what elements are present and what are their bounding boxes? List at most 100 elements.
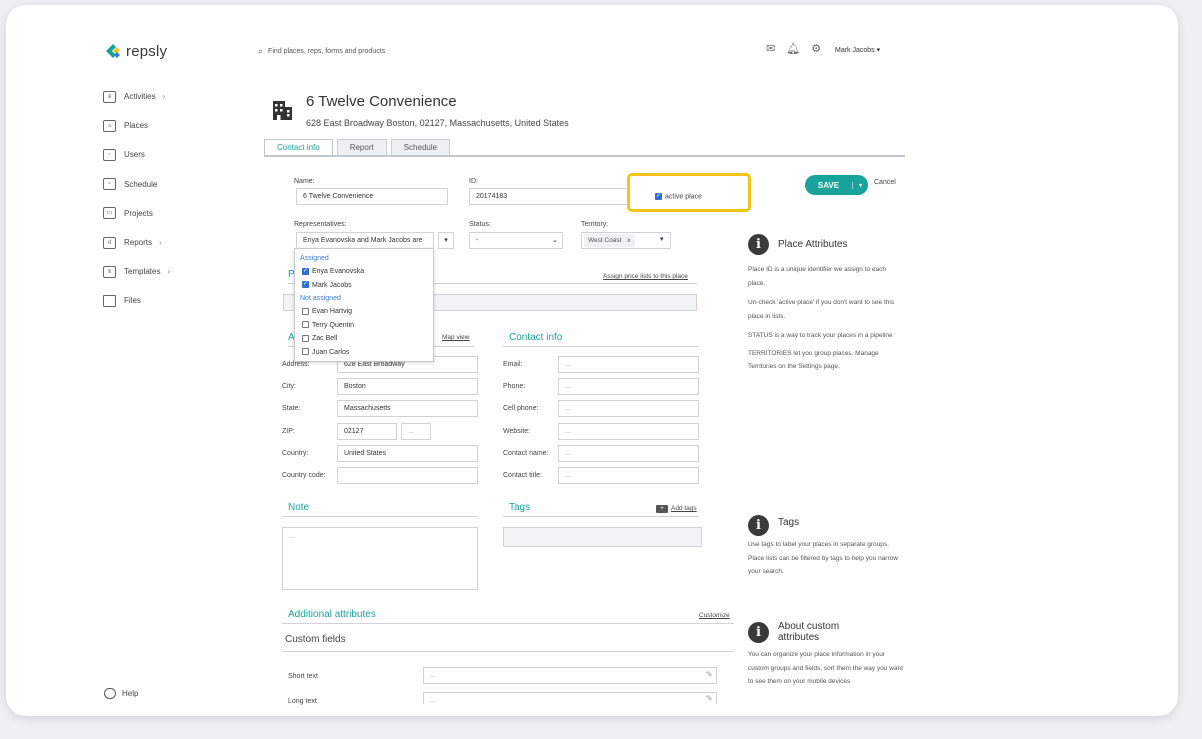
sidebar-item-label: Files [124,296,141,306]
plus-tag-icon: + [656,505,668,513]
user-icon: ◦ [103,148,116,161]
user-menu[interactable]: Mark Jacobs ▾ [835,46,880,54]
cell-phone-field[interactable]: ... [558,400,699,417]
save-button[interactable]: SAVE ▾ [805,175,868,195]
brand-name: repsly [126,42,168,60]
info-icon: i [748,234,769,255]
long-text-field[interactable]: ... [423,692,717,704]
help-link[interactable]: Help [104,688,138,699]
sidebar-item-label: Places [124,121,149,131]
tags-field[interactable] [503,527,702,547]
rep-option-evan[interactable]: Evan Hartvig [300,305,428,319]
status-select[interactable]: - [469,232,563,249]
sidebar: ≡ Activities › ⌂ Places ◦ Users ▫ Schedule ▭ P… [103,82,170,316]
chat-bubble-icon [104,688,116,699]
representatives-label: Representatives: [294,221,347,228]
pencil-icon[interactable]: ✎ [706,694,713,703]
checkbox-empty-icon [302,348,309,356]
caret-down-icon[interactable]: ▾ [852,181,868,189]
section-divider [282,516,478,517]
global-search[interactable]: ⌕ Find places, reps, forms and products [258,46,385,57]
state-field[interactable]: Massachusetts [337,400,478,417]
short-text-field[interactable]: ... [423,667,717,684]
rep-option-label: Evan Hartvig [312,308,353,315]
email-field[interactable]: ... [558,356,699,373]
sidebar-item-reports[interactable]: ıl Reports › [103,228,170,257]
sidebar-item-label: Schedule [124,179,158,189]
rep-option-enya[interactable]: Enya Evanovska [300,265,428,279]
info-text: Place ID is a unique identifier we assig… [748,266,887,287]
custom-attributes-info: i About custom attributes You can organiz… [748,621,904,689]
sidebar-item-templates[interactable]: ≡ Templates › [103,257,170,286]
briefcase-icon: ▭ [103,207,116,220]
search-placeholder: Find places, reps, forms and products [268,48,386,55]
note-textarea[interactable]: ... [282,527,478,590]
cancel-button[interactable]: Cancel [874,179,896,186]
sidebar-item-projects[interactable]: ▭ Projects [103,199,170,228]
info-title: Place Attributes [778,239,848,250]
repsly-logo-icon [104,42,122,60]
sidebar-item-label: Users [124,150,145,160]
repsly-logo[interactable]: repsly [104,42,167,60]
rep-option-label: Mark Jacobs [312,281,352,289]
representatives-dropdown-toggle[interactable]: ▾ [438,232,454,249]
country-field[interactable]: United States [337,445,478,462]
bell-icon[interactable]: 🔔︎ [786,42,800,55]
info-text: Use tags to label your places in separat… [748,541,898,575]
representatives-field[interactable]: Enya Evanovska and Mark Jacobs are [296,232,434,249]
territory-chip: West Coast x [584,234,635,247]
remove-chip-icon[interactable]: x [627,237,630,244]
zip-label: ZIP: [282,428,295,435]
customize-link[interactable]: Customize [699,612,730,619]
rep-option-mark[interactable]: Mark Jacobs [300,279,428,293]
rep-option-juan[interactable]: Juan Carlos [300,346,428,360]
tags-section-title: Tags [509,502,531,513]
pencil-icon[interactable]: ✎ [706,670,713,679]
calendar-icon: ▫ [103,178,116,191]
tab-schedule[interactable]: Schedule [390,139,451,155]
info-icon: i [748,621,769,643]
tab-report[interactable]: Report [336,139,387,155]
checkbox-checked-icon [302,280,309,289]
rep-option-label: Juan Carlos [312,348,350,356]
mail-icon[interactable]: ✉ [766,42,775,55]
add-tags-link[interactable]: + Add tags [656,505,697,513]
territory-chip-label: West Coast [588,237,622,244]
custom-fields-title: Custom fields [285,634,346,645]
assign-price-lists-link[interactable]: Assign price lists to this place [603,273,688,280]
sidebar-item-files[interactable]: Files [103,286,170,315]
rep-option-terry[interactable]: Terry Quentin [300,319,428,333]
note-section-title: Note [288,502,310,513]
city-label: City: [282,383,296,390]
checkbox-empty-icon [302,334,309,342]
gear-icon[interactable]: ⚙ [811,42,821,55]
name-field[interactable]: 6 Twelve Convenience [296,188,448,205]
sidebar-item-schedule[interactable]: ▫ Schedule [103,170,170,199]
additional-attributes-title: Additional attributes [288,609,376,620]
website-field[interactable]: ... [558,423,699,440]
sidebar-item-users[interactable]: ◦ Users [103,140,170,169]
caret-down-icon: ▾ [660,236,664,243]
contact-title-field[interactable]: ... [558,467,699,484]
country-code-field[interactable] [337,467,478,484]
sidebar-item-places[interactable]: ⌂ Places [103,111,170,140]
chevron-right-icon: › [159,238,162,248]
cell-phone-label: Cell phone: [503,405,539,412]
place-header: 6 Twelve Convenience 628 East Broadway B… [270,92,569,128]
sidebar-item-activities[interactable]: ≡ Activities › [103,82,170,111]
info-title: About custom attributes [778,621,840,643]
zip-extension-field[interactable]: ... [401,423,431,440]
phone-field[interactable]: ... [558,378,699,395]
tab-contact-info[interactable]: Contact info [264,139,333,155]
caret-down-icon: ▾ [444,237,448,244]
contact-name-field[interactable]: ... [558,445,699,462]
caret-down-icon: ▾ [876,47,881,54]
rep-option-zac[interactable]: Zac Bell [300,332,428,346]
map-view-link[interactable]: Map view [442,334,469,341]
sidebar-item-label: Activities [124,92,156,102]
rep-option-label: Terry Quentin [312,321,355,329]
id-field[interactable]: 20174183 [469,188,629,205]
info-title: Tags [778,517,800,528]
zip-field[interactable]: 02127 [337,423,397,440]
city-field[interactable]: Boston [337,378,478,395]
